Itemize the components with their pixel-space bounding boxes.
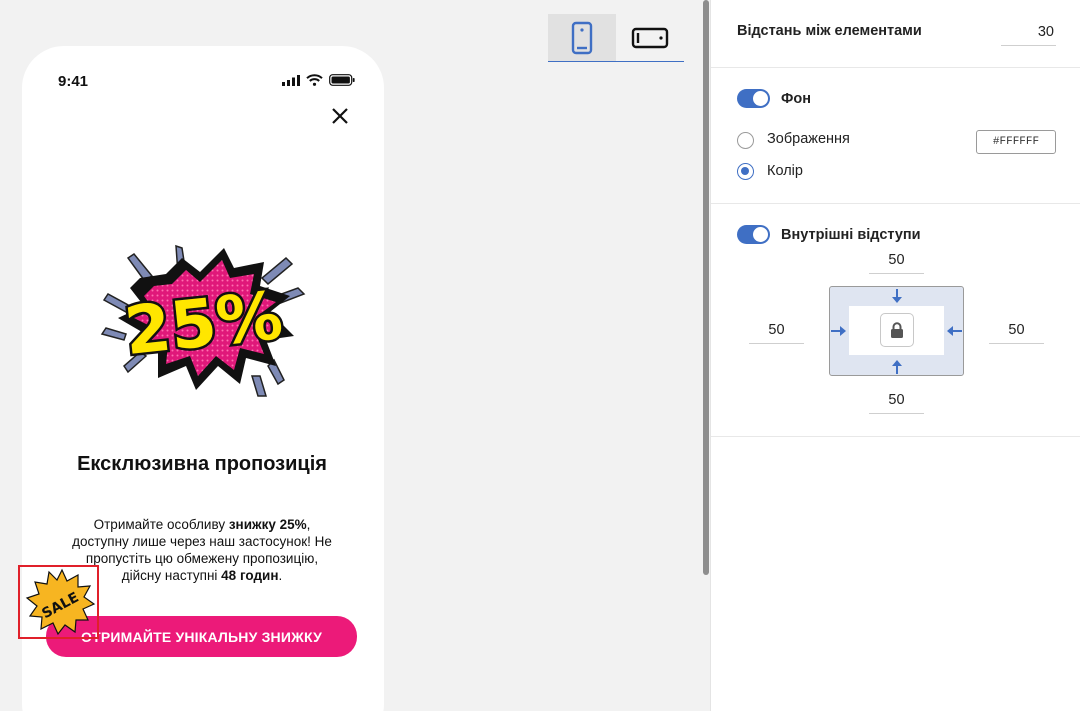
desktop-view-button[interactable]: [616, 14, 684, 61]
padding-left-input[interactable]: 50: [749, 320, 804, 344]
popup-text-part: .: [278, 568, 283, 583]
lock-icon: [891, 321, 903, 338]
spacing-section: Відстань між елементами 30: [711, 0, 1080, 68]
padding-right-input[interactable]: 50: [989, 320, 1044, 344]
battery-icon: [329, 74, 355, 86]
background-image-label: Зображення: [767, 131, 850, 147]
spacing-label: Відстань між елементами: [737, 23, 922, 39]
padding-toggle[interactable]: [737, 225, 770, 244]
background-label: Фон: [781, 91, 811, 107]
status-icons: [282, 74, 355, 86]
status-time: 9:41: [58, 73, 89, 90]
signal-icon: [282, 74, 300, 86]
padding-content-area: [849, 306, 944, 355]
popup-text-bold: 48 годин: [221, 568, 279, 583]
discount-image-text: 25%: [121, 277, 286, 370]
padding-lock-button[interactable]: [880, 313, 914, 347]
mobile-icon: [571, 21, 593, 54]
popup-title: Ексклюзивна пропозиція: [77, 453, 327, 475]
background-color-input[interactable]: #FFFFFF: [976, 130, 1056, 154]
close-icon[interactable]: [328, 104, 352, 128]
padding-bottom-input[interactable]: 50: [869, 390, 924, 414]
wifi-icon: [306, 74, 323, 86]
popup-text-part: Отримайте особливу: [93, 517, 229, 532]
popup-text-bold: знижку 25%: [228, 517, 307, 532]
padding-visualizer: [829, 286, 964, 376]
arrow-right-icon: [831, 326, 846, 336]
background-image-radio[interactable]: [737, 132, 754, 149]
desktop-icon: [631, 27, 669, 48]
arrow-up-icon: [892, 360, 902, 374]
preview-scrollbar[interactable]: [703, 0, 709, 575]
settings-panel: Відстань між елементами 30 Фон Зображенн…: [710, 0, 1080, 711]
padding-label: Внутрішні відступи: [781, 227, 921, 243]
sale-sticker-icon: SALE: [25, 568, 96, 636]
arrow-down-icon: [892, 289, 902, 303]
discount-burst-image: 25%: [100, 244, 306, 397]
background-color-label: Колір: [767, 163, 803, 179]
background-toggle[interactable]: [737, 89, 770, 108]
mobile-view-button[interactable]: [548, 14, 616, 61]
spacing-input[interactable]: 30: [1001, 22, 1056, 46]
device-switch: [548, 14, 684, 62]
arrow-left-icon: [947, 326, 962, 336]
sale-badge[interactable]: SALE: [18, 565, 99, 639]
preview-area: 9:41 25% Ексклюзивна пропозиція Отримайт…: [0, 0, 709, 711]
popup-text: Отримайте особливу знижку 25%, доступну …: [70, 516, 334, 584]
background-color-radio[interactable]: [737, 163, 754, 180]
padding-top-input[interactable]: 50: [869, 250, 924, 274]
